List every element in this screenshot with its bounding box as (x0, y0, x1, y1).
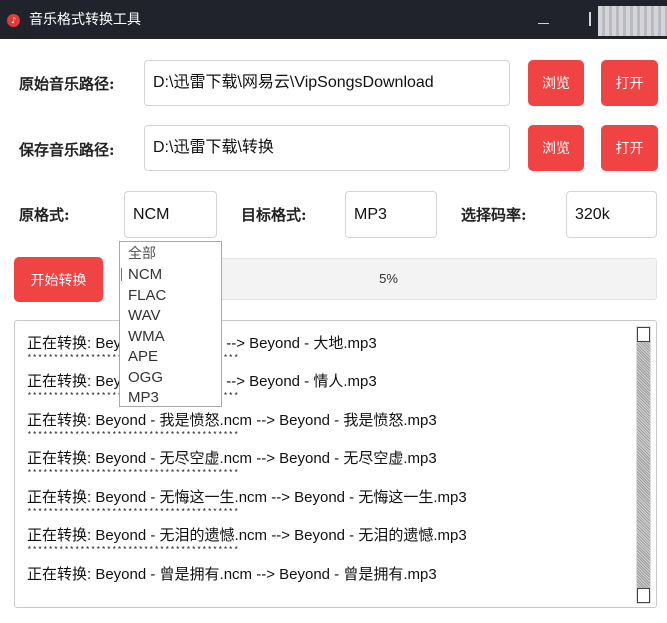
source-path-input[interactable]: D:\迅雷下载\网易云\VipSongsDownload (144, 60, 510, 106)
dropdown-caret (121, 268, 122, 281)
bitrate-select[interactable]: 320k (566, 191, 657, 238)
save-browse-button[interactable]: 浏览 (528, 125, 584, 171)
start-convert-button[interactable]: 开始转换 (14, 257, 103, 302)
scroll-down-button[interactable] (637, 588, 650, 603)
log-line: 正在转换: Beyond - 无悔这一生.ncm --> Beyond - 无悔… (27, 489, 467, 506)
scroll-up-button[interactable] (637, 327, 650, 342)
bitrate-label: 选择码率: (461, 206, 527, 224)
window-title: 音乐格式转换工具 (29, 12, 141, 28)
source-browse-button[interactable]: 浏览 (528, 60, 584, 106)
scroll-thumb[interactable] (637, 342, 650, 588)
window-controls-obscured (598, 6, 667, 36)
log-line: 正在转换: Beyond - 曾是拥有.ncm --> Beyond - 曾是拥… (27, 566, 437, 583)
dropdown-option-wma[interactable]: WMA (128, 328, 165, 345)
music-note-icon: ♪ (7, 14, 20, 27)
maximize-icon[interactable] (589, 12, 591, 26)
log-separator: **************************************** (27, 508, 240, 517)
save-path-label: 保存音乐路径: (19, 141, 115, 159)
title-bar: ♪ 音乐格式转换工具 (0, 0, 667, 39)
source-format-select[interactable]: NCM (124, 191, 217, 238)
log-separator: **************************************** (27, 546, 240, 555)
dropdown-option-ogg[interactable]: OGG (128, 369, 163, 386)
log-line: 正在转换: Beyond - 无尽空虚.ncm --> Beyond - 无尽空… (27, 450, 437, 467)
log-line: 正在转换: Beyond - 无泪的遗憾.ncm --> Beyond - 无泪… (27, 527, 467, 544)
log-scrollbar[interactable] (636, 326, 651, 604)
log-separator: **************************************** (27, 431, 240, 440)
dropdown-option-flac[interactable]: FLAC (128, 287, 166, 304)
source-format-dropdown[interactable]: 全部 NCM FLAC WAV WMA APE OGG MP3 (119, 241, 222, 407)
save-path-input[interactable]: D:\迅雷下载\转换 (144, 125, 510, 171)
dropdown-option-ncm[interactable]: NCM (128, 266, 162, 283)
target-format-select[interactable]: MP3 (345, 191, 437, 238)
conversion-log[interactable]: 正在转换: Beyond - 大地.ncm --> Beyond - 大地.mp… (14, 320, 657, 608)
dropdown-option-mp3[interactable]: MP3 (128, 389, 159, 406)
source-open-button[interactable]: 打开 (601, 60, 658, 106)
dropdown-option-all[interactable]: 全部 (128, 246, 156, 263)
minimize-icon[interactable] (538, 23, 549, 24)
target-format-label: 目标格式: (241, 206, 307, 224)
source-path-label: 原始音乐路径: (19, 75, 115, 93)
dropdown-option-wav[interactable]: WAV (128, 307, 161, 324)
source-format-label: 原格式: (19, 206, 70, 224)
log-separator: **************************************** (27, 469, 240, 478)
log-line: 正在转换: Beyond - 我是愤怒.ncm --> Beyond - 我是愤… (27, 412, 437, 429)
dropdown-option-ape[interactable]: APE (128, 348, 158, 365)
save-open-button[interactable]: 打开 (601, 125, 658, 171)
